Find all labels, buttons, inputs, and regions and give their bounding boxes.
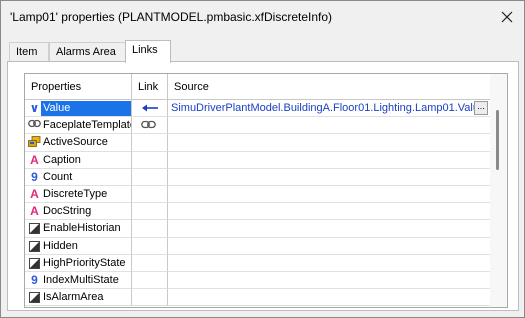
table-row[interactable]: FaceplateTemplate	[25, 117, 491, 135]
property-name: Value	[41, 101, 131, 116]
link-cell[interactable]	[132, 271, 168, 290]
table-row[interactable]: IsAlarmArea	[25, 289, 491, 307]
link-cell[interactable]	[132, 289, 168, 307]
checkbox-icon	[28, 240, 41, 254]
table-row[interactable]: A DocString	[25, 203, 491, 221]
property-cell[interactable]: 9 Count	[25, 168, 132, 186]
column-header-properties[interactable]: Properties	[25, 74, 132, 100]
tab-strip: Item Alarms Area Links	[7, 40, 517, 63]
source-cell[interactable]	[168, 151, 491, 169]
property-cell[interactable]: ∨ Value	[25, 100, 132, 118]
property-cell[interactable]: ActiveSource	[25, 134, 132, 152]
nine-icon: 9	[31, 272, 38, 287]
source-cell[interactable]	[168, 220, 491, 238]
table-row[interactable]: 9 Count	[25, 168, 491, 186]
property-name: HighPriorityState	[43, 256, 126, 269]
property-name: Count	[43, 170, 73, 183]
source-cell[interactable]: SimuDriverPlantModel.BuildingA.Floor01.L…	[168, 100, 491, 118]
property-cell[interactable]: Hidden	[25, 237, 132, 255]
link-cell[interactable]	[132, 100, 168, 118]
property-cell[interactable]: A Caption	[25, 151, 132, 169]
chain-link-icon[interactable]	[141, 120, 156, 132]
table-row[interactable]: EnableHistorian	[25, 220, 491, 238]
link-cell[interactable]	[132, 203, 168, 221]
column-header-link[interactable]: Link	[132, 74, 168, 100]
arrow-left-icon[interactable]	[141, 103, 159, 116]
title-bar: 'Lamp01' properties (PLANTMODEL.pmbasic.…	[1, 1, 524, 33]
source-cell[interactable]	[168, 134, 491, 152]
tab-alarms-area[interactable]: Alarms Area	[49, 42, 126, 62]
source-value: SimuDriverPlantModel.BuildingA.Floor01.L…	[171, 102, 486, 114]
links-panel: Properties Link Source ∨ Value SimuDriverP…	[7, 61, 519, 311]
source-cell[interactable]	[168, 185, 491, 204]
source-cell[interactable]	[168, 271, 491, 290]
link-cell[interactable]	[132, 151, 168, 169]
link-cell[interactable]	[132, 117, 168, 135]
property-cell[interactable]: A DocString	[25, 203, 132, 221]
tab-links[interactable]: Links	[125, 40, 171, 63]
source-cell[interactable]	[168, 254, 491, 272]
chain-link-icon	[28, 119, 41, 132]
table-row[interactable]: A DiscreteType	[25, 185, 491, 204]
checkbox-icon	[28, 257, 41, 271]
properties-dialog: 'Lamp01' properties (PLANTMODEL.pmbasic.…	[0, 0, 525, 318]
close-icon	[501, 11, 513, 23]
links-grid: Properties Link Source ∨ Value SimuDriverP…	[24, 73, 508, 308]
link-cell[interactable]	[132, 185, 168, 204]
link-cell[interactable]	[132, 220, 168, 238]
checkbox-icon	[28, 292, 41, 305]
grid-rows: ∨ Value SimuDriverPlantModel.BuildingA.Flo…	[25, 100, 491, 307]
checkbox-icon	[28, 223, 41, 236]
link-cell[interactable]	[132, 134, 168, 152]
table-row[interactable]: Hidden	[25, 237, 491, 255]
v-icon: ∨	[29, 101, 40, 115]
column-header-source[interactable]: Source	[168, 74, 491, 100]
a-icon: A	[30, 186, 39, 201]
property-name: Caption	[43, 153, 81, 166]
property-name: DocString	[43, 205, 92, 218]
property-cell[interactable]: EnableHistorian	[25, 220, 132, 238]
table-row[interactable]: A Caption	[25, 151, 491, 169]
link-cell[interactable]	[132, 168, 168, 186]
property-name: FaceplateTemplate	[43, 119, 131, 132]
table-row[interactable]: ∨ Value SimuDriverPlantModel.BuildingA.Flo…	[25, 100, 491, 118]
active-source-icon	[28, 136, 41, 149]
a-icon: A	[30, 152, 39, 167]
nine-icon: 9	[31, 169, 38, 184]
window-title: 'Lamp01' properties (PLANTMODEL.pmbasic.…	[10, 10, 333, 24]
a-icon: A	[30, 204, 39, 219]
property-cell[interactable]: 9 IndexMultiState	[25, 271, 132, 290]
property-name: EnableHistorian	[43, 222, 121, 235]
property-name: IndexMultiState	[43, 273, 119, 286]
property-name: Hidden	[43, 239, 78, 252]
close-button[interactable]	[496, 7, 518, 27]
browse-button[interactable]: ...	[474, 101, 488, 115]
property-cell[interactable]: A DiscreteType	[25, 185, 132, 204]
source-cell[interactable]	[168, 237, 491, 255]
table-row[interactable]: 9 IndexMultiState	[25, 271, 491, 290]
property-name: ActiveSource	[43, 136, 108, 149]
table-row[interactable]: HighPriorityState	[25, 254, 491, 272]
table-row[interactable]: ActiveSource	[25, 134, 491, 152]
scrollbar-thumb[interactable]	[496, 110, 499, 170]
source-cell[interactable]	[168, 203, 491, 221]
link-cell[interactable]	[132, 237, 168, 255]
property-name: DiscreteType	[43, 187, 108, 200]
link-cell[interactable]	[132, 254, 168, 272]
property-cell[interactable]: FaceplateTemplate	[25, 117, 132, 135]
property-cell[interactable]: HighPriorityState	[25, 254, 132, 272]
property-name: IsAlarmArea	[43, 291, 104, 304]
property-cell[interactable]: IsAlarmArea	[25, 289, 132, 307]
source-cell[interactable]	[168, 117, 491, 135]
source-cell[interactable]	[168, 168, 491, 186]
grid-header: Properties Link Source	[25, 74, 491, 100]
source-cell[interactable]	[168, 289, 491, 307]
tab-item[interactable]: Item	[9, 42, 49, 62]
vertical-scrollbar[interactable]	[490, 74, 507, 307]
